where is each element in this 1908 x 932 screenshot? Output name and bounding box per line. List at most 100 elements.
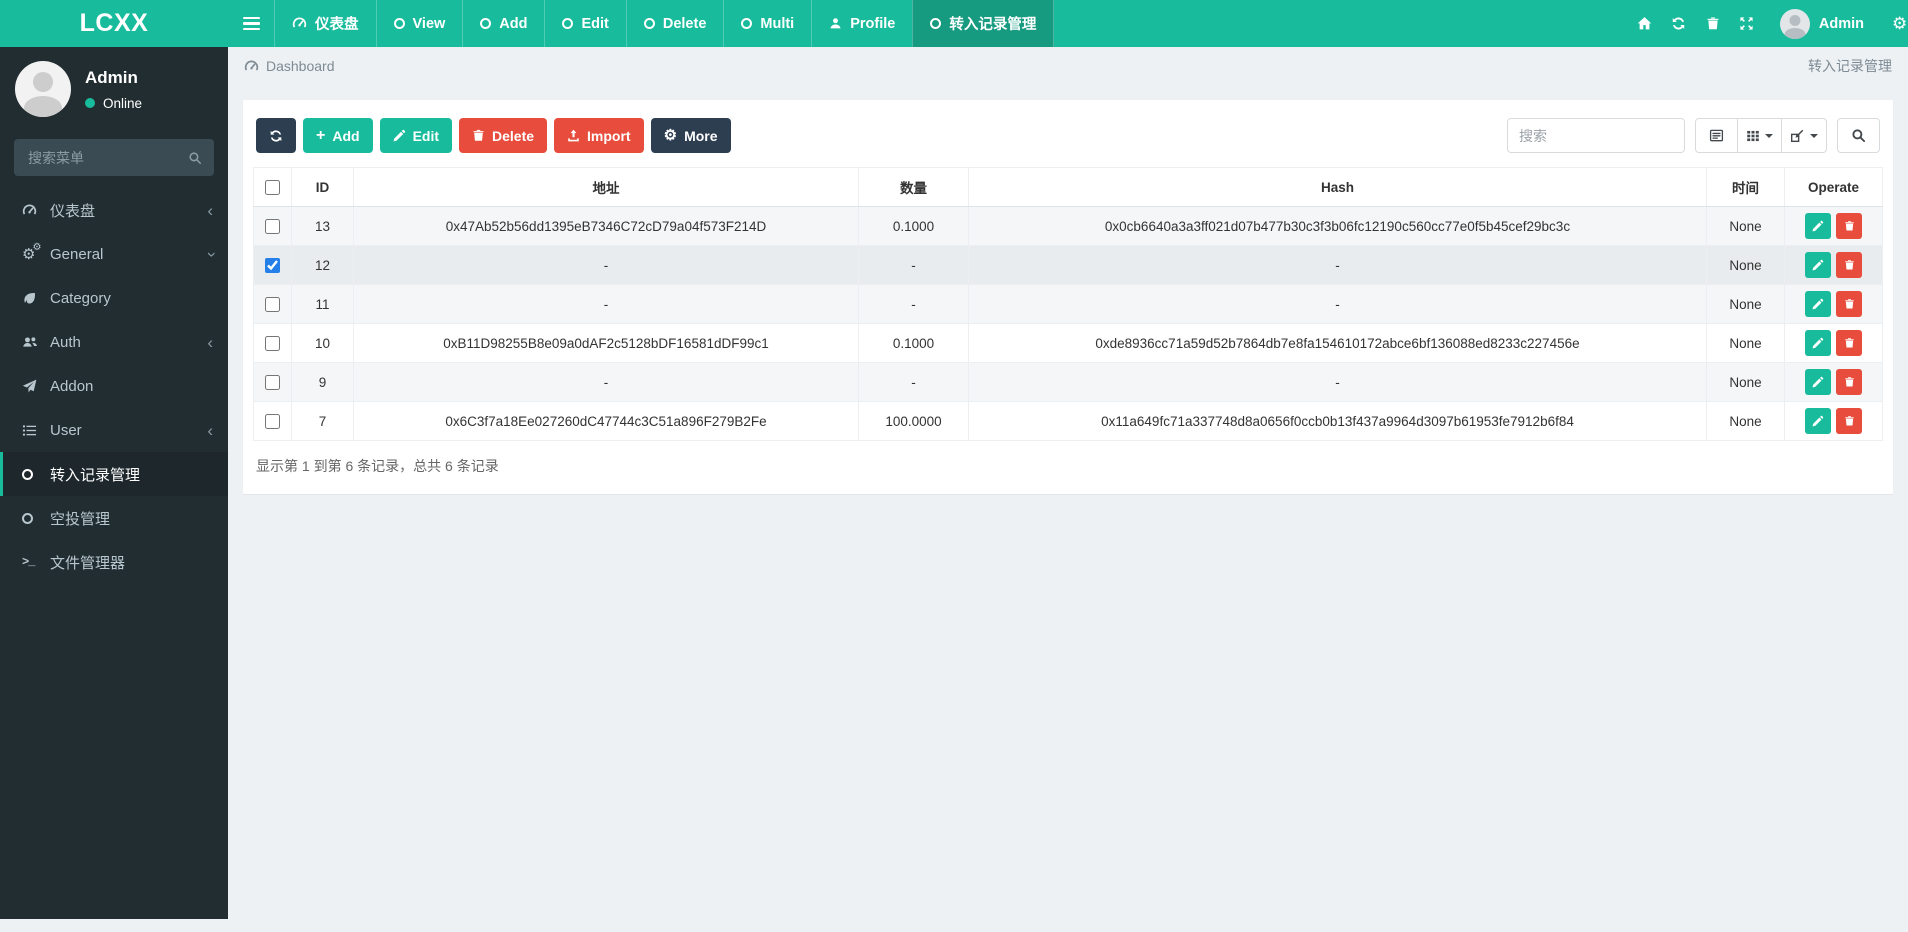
row-delete-button[interactable] (1836, 369, 1862, 395)
sidebar-nav: 仪表盘 ‹ ⚙ ⚙ General ‹ Category Auth ‹ Addon (0, 188, 228, 584)
sidebar-item-transfer-records[interactable]: 转入记录管理 (0, 452, 228, 496)
row-edit-button[interactable] (1805, 213, 1831, 239)
table-search-input[interactable] (1507, 118, 1685, 153)
trash-icon[interactable] (1696, 0, 1730, 47)
sidebar-item-auth[interactable]: Auth ‹ (0, 320, 228, 364)
toolbar: + Add Edit Delete Import ⚙ More 搜索 (256, 118, 1880, 153)
gear-icon[interactable]: ⚙ (1892, 0, 1908, 47)
col-amount: 数量 (858, 167, 969, 207)
row-checkbox[interactable] (265, 335, 280, 351)
circle-o-icon (480, 18, 492, 29)
tab-edit[interactable]: Edit (544, 0, 625, 47)
topbar-tabs: 仪表盘 View Add Edit Delete Multi Profile 转… (274, 0, 1055, 47)
sidebar-item-user[interactable]: User ‹ (0, 408, 228, 452)
terminal-icon: >_ (22, 555, 35, 569)
main-content: + Add Edit Delete Import ⚙ More 搜索 ID 地址… (228, 85, 1908, 932)
table-header-row: ID 地址 数量 Hash 时间 Operate (253, 167, 1883, 207)
cogs-icon: ⚙ ⚙ (22, 241, 42, 263)
refresh-button[interactable] (256, 118, 296, 153)
menu-search-input[interactable] (26, 148, 176, 167)
more-button[interactable]: ⚙ More (650, 118, 731, 153)
trash-icon (472, 129, 485, 142)
table-row[interactable]: 7 0x6C3f7a18Ee027260dC47744c3C51a896F279… (253, 401, 1883, 441)
select-all-cell (253, 167, 292, 207)
pencil-icon (393, 129, 406, 142)
row-checkbox[interactable] (265, 257, 280, 273)
chevron-down-icon: ‹ (200, 251, 220, 257)
table-row[interactable]: 9 - - - None (253, 362, 1883, 402)
table-row[interactable]: 10 0xB11D98255B8e09a0dAF2c5128bDF16581dD… (253, 323, 1883, 363)
select-all-checkbox[interactable] (265, 179, 280, 195)
tab-delete[interactable]: Delete (625, 0, 724, 47)
row-edit-button[interactable] (1805, 252, 1831, 278)
detail-view-icon (1709, 128, 1724, 143)
sidebar-item-airdrop[interactable]: 空投管理 (0, 496, 228, 540)
user-name: Admin (85, 67, 138, 87)
circle-o-icon (22, 512, 50, 524)
row-delete-button[interactable] (1836, 291, 1862, 317)
view-options-group (1695, 118, 1827, 153)
row-delete-button[interactable] (1836, 252, 1862, 278)
circle-o-icon (393, 18, 405, 29)
circle-o-icon (643, 18, 655, 29)
tab-profile[interactable]: Profile (811, 0, 912, 47)
row-checkbox[interactable] (265, 413, 280, 429)
row-checkbox[interactable] (265, 218, 280, 234)
search-button[interactable] (1837, 118, 1880, 153)
breadcrumb: Dashboard 转入记录管理 (228, 47, 1908, 85)
sidebar-item-general[interactable]: ⚙ ⚙ General ‹ (0, 232, 228, 276)
chevron-left-icon: ‹ (207, 200, 213, 220)
row-delete-button[interactable] (1836, 408, 1862, 434)
circle-o-icon (930, 18, 942, 29)
refresh-icon[interactable] (1662, 0, 1696, 47)
row-checkbox[interactable] (265, 374, 280, 390)
row-delete-button[interactable] (1836, 213, 1862, 239)
tachometer-icon (292, 16, 307, 31)
tab-add[interactable]: Add (462, 0, 544, 47)
tab-view[interactable]: View (375, 0, 463, 47)
tab-multi[interactable]: Multi (723, 0, 811, 47)
sidebar: LCXX Admin Online 仪表盘 ‹ ⚙⚙ General ‹ (0, 0, 228, 919)
delete-button[interactable]: Delete (459, 118, 548, 153)
sidebar-item-dashboard[interactable]: 仪表盘 ‹ (0, 188, 228, 232)
sidebar-item-category[interactable]: Category (0, 276, 228, 320)
columns-dropdown-button[interactable] (1738, 118, 1782, 153)
topbar-right: Admin ⚙ (1628, 0, 1908, 47)
tab-dashboard[interactable]: 仪表盘 (274, 0, 376, 47)
tachometer-icon (244, 59, 259, 74)
sidebar-item-addon[interactable]: Addon (0, 364, 228, 408)
row-edit-button[interactable] (1805, 369, 1831, 395)
table-row[interactable]: 11 - - - None (253, 284, 1883, 324)
row-edit-button[interactable] (1805, 408, 1831, 434)
export-dropdown-button[interactable] (1782, 118, 1827, 153)
row-edit-button[interactable] (1805, 330, 1831, 356)
row-edit-button[interactable] (1805, 291, 1831, 317)
import-button[interactable]: Import (554, 118, 644, 153)
col-hash: Hash (968, 167, 1707, 207)
list-icon (22, 423, 50, 438)
col-id: ID (291, 167, 354, 207)
sidebar-user-panel: Admin Online (0, 47, 228, 129)
tab-transfer-records[interactable]: 转入记录管理 (912, 0, 1055, 47)
chevron-left-icon: ‹ (207, 420, 213, 440)
breadcrumb-current[interactable]: Dashboard (266, 58, 335, 74)
add-button[interactable]: + Add (303, 118, 373, 153)
expand-icon[interactable] (1730, 0, 1764, 47)
sidebar-item-file-manager[interactable]: >_ 文件管理器 (0, 540, 228, 584)
row-delete-button[interactable] (1836, 330, 1862, 356)
detail-view-button[interactable] (1695, 118, 1738, 153)
row-checkbox[interactable] (265, 296, 280, 312)
plus-icon: + (316, 126, 326, 144)
upload-icon (567, 129, 580, 142)
col-address: 地址 (353, 167, 859, 207)
edit-button[interactable]: Edit (379, 118, 453, 153)
hamburger-menu-icon[interactable] (228, 0, 274, 47)
circle-o-icon (562, 18, 574, 29)
home-icon[interactable] (1628, 0, 1662, 47)
page-title: 转入记录管理 (1808, 58, 1892, 74)
table-row[interactable]: 13 0x47Ab52b56dd1395eB7346C72cD79a04f573… (253, 206, 1883, 246)
topbar-avatar[interactable] (1779, 8, 1810, 39)
table-row[interactable]: 12 - - - None (253, 245, 1883, 285)
topbar-username[interactable]: Admin (1819, 16, 1864, 32)
app-logo[interactable]: LCXX (0, 0, 228, 47)
